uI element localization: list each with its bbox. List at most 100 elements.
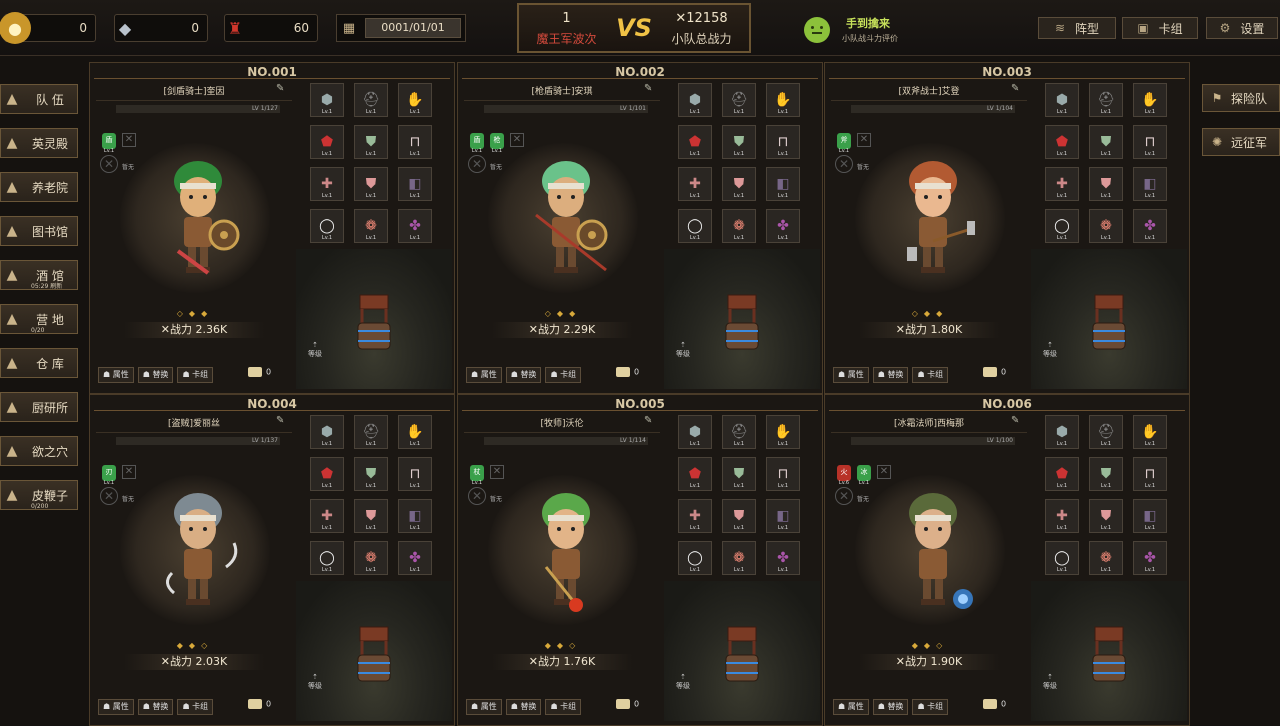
equipment-slot[interactable]: ✤ Lv.1 <box>398 209 432 243</box>
equipment-slot[interactable]: ⬟ Lv.1 <box>678 125 712 159</box>
sidebar-item-0[interactable]: ▲ 队 伍 <box>0 84 78 114</box>
equipment-slot[interactable]: ❁ Lv.1 <box>354 541 388 575</box>
equipment-slot[interactable]: ⊓ Lv.1 <box>398 457 432 491</box>
hero-portrait[interactable] <box>883 155 983 285</box>
edit-icon[interactable]: ✎ <box>1011 415 1019 426</box>
expedition-team-button[interactable]: ⚑ 探险队 <box>1202 84 1280 112</box>
equipment-slot[interactable]: ⬟ Lv.1 <box>310 457 344 491</box>
hero-portrait[interactable] <box>516 487 616 617</box>
empty-trait-slot[interactable]: ✕ <box>468 155 486 173</box>
chest-counter[interactable]: 0 <box>983 699 1006 709</box>
equipment-slot[interactable]: ✋ Lv.1 <box>766 415 800 449</box>
sidebar-item-4[interactable]: ▲ 酒 馆 05:29 刷新 <box>0 260 78 290</box>
expedition-army-button[interactable]: ✺ 远征军 <box>1202 128 1280 156</box>
equipment-slot[interactable]: ⛊ Lv.1 <box>354 499 388 533</box>
empty-skill-slot[interactable]: ✕ <box>122 465 136 479</box>
sidebar-item-9[interactable]: ▲ 皮鞭子 0/200 <box>0 480 78 510</box>
deck-button[interactable]: ☗ 卡组 <box>545 699 582 715</box>
deck-button[interactable]: ☗ 卡组 <box>177 699 214 715</box>
well-bucket-icon[interactable] <box>722 293 762 353</box>
equipment-slot[interactable]: ◯ Lv.1 <box>1045 541 1079 575</box>
equipment-slot[interactable]: ⛑ Lv.1 <box>354 83 388 117</box>
equipment-slot[interactable]: ✤ Lv.1 <box>766 541 800 575</box>
rank-label[interactable]: ⇡ 等级 <box>676 673 690 691</box>
equipment-slot[interactable]: ❁ Lv.1 <box>354 209 388 243</box>
attributes-button[interactable]: ☗ 属性 <box>466 699 502 715</box>
equipment-slot[interactable]: ⛊ Lv.1 <box>722 167 756 201</box>
equipment-slot[interactable]: ⬢ Lv.1 <box>678 83 712 117</box>
skill-badge[interactable]: 斧 Lv.1 <box>837 133 851 154</box>
equipment-slot[interactable]: ⬢ Lv.1 <box>678 415 712 449</box>
equipment-slot[interactable]: ⛑ Lv.1 <box>722 415 756 449</box>
empty-trait-slot[interactable]: ✕ <box>835 155 853 173</box>
equipment-slot[interactable]: ◯ Lv.1 <box>678 541 712 575</box>
equipment-slot[interactable]: ◧ Lv.1 <box>766 499 800 533</box>
equipment-slot[interactable]: ◧ Lv.1 <box>398 167 432 201</box>
equipment-slot[interactable]: ◯ Lv.1 <box>1045 209 1079 243</box>
deck-button[interactable]: ☗ 卡组 <box>177 367 214 383</box>
equipment-slot[interactable]: ⬢ Lv.1 <box>1045 415 1079 449</box>
well-bucket-icon[interactable] <box>722 625 762 685</box>
skill-badge[interactable]: 冰 Lv.1 <box>857 465 871 486</box>
equipment-slot[interactable]: ⬟ Lv.1 <box>678 457 712 491</box>
skill-badge[interactable]: 盾 Lv.1 <box>470 133 484 154</box>
equipment-slot[interactable]: ⛊ Lv.1 <box>722 125 756 159</box>
deck-button[interactable]: ☗ 卡组 <box>545 367 582 383</box>
rank-label[interactable]: ⇡ 等级 <box>308 341 322 359</box>
equipment-slot[interactable]: ◯ Lv.1 <box>310 541 344 575</box>
edit-icon[interactable]: ✎ <box>644 83 652 94</box>
equipment-slot[interactable]: ◧ Lv.1 <box>398 499 432 533</box>
equipment-slot[interactable]: ⊓ Lv.1 <box>1133 125 1167 159</box>
equipment-slot[interactable]: ⛊ Lv.1 <box>1089 125 1123 159</box>
formation-button[interactable]: ≋ 阵型 <box>1038 17 1116 39</box>
swap-button[interactable]: ☗ 替换 <box>137 699 174 715</box>
attributes-button[interactable]: ☗ 属性 <box>98 367 134 383</box>
chest-counter[interactable]: 0 <box>248 699 271 709</box>
equipment-slot[interactable]: ⬢ Lv.1 <box>310 83 344 117</box>
equipment-slot[interactable]: ✚ Lv.1 <box>1045 499 1079 533</box>
equipment-slot[interactable]: ⊓ Lv.1 <box>766 457 800 491</box>
empty-trait-slot[interactable]: ✕ <box>100 155 118 173</box>
sidebar-item-2[interactable]: ▲ 养老院 <box>0 172 78 202</box>
edit-icon[interactable]: ✎ <box>276 83 284 94</box>
equipment-slot[interactable]: ⊓ Lv.1 <box>398 125 432 159</box>
deck-button[interactable]: ☗ 卡组 <box>912 367 949 383</box>
well-bucket-icon[interactable] <box>1089 625 1129 685</box>
empty-trait-slot[interactable]: ✕ <box>100 487 118 505</box>
equipment-slot[interactable]: ⛑ Lv.1 <box>1089 415 1123 449</box>
equipment-slot[interactable]: ✋ Lv.1 <box>766 83 800 117</box>
attributes-button[interactable]: ☗ 属性 <box>98 699 134 715</box>
equipment-slot[interactable]: ⛑ Lv.1 <box>354 415 388 449</box>
equipment-slot[interactable]: ◧ Lv.1 <box>1133 499 1167 533</box>
deck-button[interactable]: ▣ 卡组 <box>1122 17 1198 39</box>
swap-button[interactable]: ☗ 替换 <box>505 699 542 715</box>
equipment-slot[interactable]: ⛊ Lv.1 <box>722 457 756 491</box>
equipment-slot[interactable]: ✤ Lv.1 <box>766 209 800 243</box>
equipment-slot[interactable]: ❁ Lv.1 <box>1089 209 1123 243</box>
edit-icon[interactable]: ✎ <box>1011 83 1019 94</box>
sidebar-item-8[interactable]: ▲ 欲之穴 <box>0 436 78 466</box>
equipment-slot[interactable]: ⬟ Lv.1 <box>310 125 344 159</box>
equipment-slot[interactable]: ◯ Lv.1 <box>678 209 712 243</box>
well-bucket-icon[interactable] <box>354 293 394 353</box>
team-rating[interactable]: 手到擒来 小队战斗力评价 <box>804 15 898 44</box>
equipment-slot[interactable]: ⊓ Lv.1 <box>1133 457 1167 491</box>
well-bucket-icon[interactable] <box>1089 293 1129 353</box>
attributes-button[interactable]: ☗ 属性 <box>833 699 869 715</box>
skill-badge[interactable]: 刃 Lv.1 <box>102 465 116 486</box>
equipment-slot[interactable]: ⛊ Lv.1 <box>354 125 388 159</box>
attributes-button[interactable]: ☗ 属性 <box>466 367 502 383</box>
skill-badge[interactable]: 枪 Lv.1 <box>490 133 504 154</box>
equipment-slot[interactable]: ✤ Lv.1 <box>1133 541 1167 575</box>
sidebar-item-3[interactable]: ▲ 图书馆 <box>0 216 78 246</box>
equipment-slot[interactable]: ⛊ Lv.1 <box>354 167 388 201</box>
equipment-slot[interactable]: ⬟ Lv.1 <box>1045 457 1079 491</box>
attributes-button[interactable]: ☗ 属性 <box>833 367 869 383</box>
equipment-slot[interactable]: ❁ Lv.1 <box>722 209 756 243</box>
chest-counter[interactable]: 0 <box>616 367 639 377</box>
hero-portrait[interactable] <box>148 487 248 617</box>
deck-button[interactable]: ☗ 卡组 <box>912 699 949 715</box>
chest-counter[interactable]: 0 <box>983 367 1006 377</box>
settings-button[interactable]: ⚙ 设置 <box>1206 17 1278 39</box>
equipment-slot[interactable]: ✚ Lv.1 <box>678 499 712 533</box>
